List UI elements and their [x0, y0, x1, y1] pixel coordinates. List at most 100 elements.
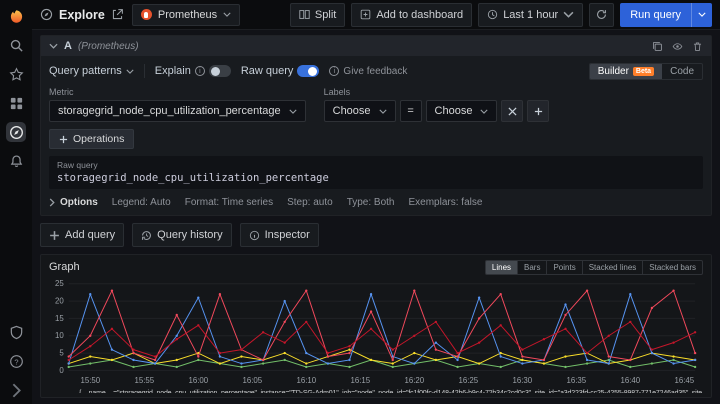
svg-text:15:55: 15:55 [134, 376, 154, 385]
options-item: Legend: Auto [112, 197, 171, 208]
admin-shield-icon[interactable] [6, 322, 26, 342]
grafana-explore-app: ? Explore Prometheus Split [0, 0, 720, 404]
editor-mode-switch: Builder Beta Code [589, 63, 703, 80]
label-value-select[interactable]: Choose [426, 100, 498, 122]
sidebar: ? [0, 0, 32, 404]
explain-toggle-group: Explain i [155, 65, 231, 77]
options-item: Format: Time series [185, 197, 273, 208]
label-filters-row: Choose = Choose [324, 100, 550, 122]
beta-badge: Beta [633, 67, 654, 76]
chevron-down-icon [126, 69, 134, 74]
run-query-label: Run query [620, 3, 691, 27]
raw-query-toggle[interactable] [297, 65, 319, 77]
alerting-bell-icon[interactable] [6, 151, 26, 171]
metric-field: Metric storagegrid_node_cpu_utilization_… [49, 87, 306, 122]
legend-item[interactable]: {__name__="storagegrid_node_cpu_utilizat… [63, 389, 703, 393]
svg-text:16:15: 16:15 [350, 376, 370, 385]
duplicate-icon[interactable] [652, 41, 663, 52]
topbar-actions: Split Add to dashboard Last 1 hour Run q… [290, 3, 712, 27]
label-value-value: Choose [435, 105, 473, 117]
remove-label-filter-button[interactable] [501, 100, 523, 122]
info-icon: i [195, 66, 205, 76]
add-query-button[interactable]: Add query [40, 223, 124, 247]
search-icon[interactable] [6, 35, 26, 55]
explain-toggle[interactable] [209, 65, 231, 77]
options-label: Options [60, 197, 98, 208]
inspector-icon [249, 230, 260, 241]
refresh-button[interactable] [589, 3, 614, 27]
sidebar-expand-icon[interactable] [6, 380, 26, 400]
query-ref-id: A [64, 40, 72, 52]
chevron-right-icon [49, 198, 55, 207]
query-row-header[interactable]: A (Prometheus) [41, 36, 711, 56]
add-to-dashboard-button[interactable]: Add to dashboard [351, 3, 472, 27]
give-feedback-link[interactable]: i Give feedback [329, 66, 407, 77]
svg-text:15: 15 [55, 314, 64, 323]
options-item: Exemplars: false [409, 197, 483, 208]
share-icon[interactable] [111, 8, 124, 21]
graph-mode-stacked-lines[interactable]: Stacked lines [582, 260, 644, 275]
query-row-actions [652, 41, 703, 52]
query-patterns-dropdown[interactable]: Query patterns [49, 65, 134, 77]
svg-text:5: 5 [59, 349, 64, 358]
explore-title-compass-icon [40, 8, 53, 21]
graph-mode-stacked-bars[interactable]: Stacked bars [642, 260, 703, 275]
add-query-label: Add query [65, 229, 115, 241]
metric-field-label: Metric [49, 87, 306, 97]
options-items: Legend: AutoFormat: Time seriesStep: aut… [112, 197, 483, 208]
topbar: Explore Prometheus Split Add to dashboar… [32, 0, 720, 30]
query-editor-card: A (Prometheus) Query patterns [40, 35, 712, 216]
collapse-chevron-icon[interactable] [49, 40, 58, 52]
add-label-filter-button[interactable] [527, 100, 549, 122]
add-to-dashboard-label: Add to dashboard [376, 9, 463, 21]
query-history-button[interactable]: Query history [132, 223, 231, 247]
help-icon[interactable]: ? [6, 351, 26, 371]
operations-label: Operations [73, 133, 124, 145]
label-name-select[interactable]: Choose [324, 100, 396, 122]
graph-mode-bars[interactable]: Bars [517, 260, 547, 275]
plus-icon [49, 230, 60, 241]
labels-field-label: Labels [324, 87, 550, 97]
explore-content: A (Prometheus) Query patterns [32, 30, 720, 404]
code-mode-button[interactable]: Code [662, 64, 702, 79]
inspector-button[interactable]: Inspector [240, 223, 319, 247]
datasource-picker[interactable]: Prometheus [132, 4, 240, 26]
grafana-logo-icon[interactable] [6, 6, 26, 26]
metric-select[interactable]: storagegrid_node_cpu_utilization_percent… [49, 100, 306, 122]
split-icon [299, 9, 310, 20]
graph-mode-points[interactable]: Points [546, 260, 582, 275]
label-operator-select[interactable]: = [400, 100, 422, 122]
svg-text:?: ? [14, 357, 18, 366]
graph-legend: {__name__="storagegrid_node_cpu_utilizat… [49, 389, 703, 393]
explore-compass-icon[interactable] [6, 122, 26, 142]
split-button[interactable]: Split [290, 3, 345, 27]
svg-text:25: 25 [55, 279, 64, 288]
favorites-star-icon[interactable] [6, 64, 26, 84]
svg-text:16:00: 16:00 [188, 376, 208, 385]
trash-icon[interactable] [692, 41, 703, 52]
time-series-chart[interactable]: 051015202515:5015:5516:0016:0516:1016:15… [49, 277, 703, 389]
operations-button[interactable]: Operations [49, 129, 134, 149]
inspector-label: Inspector [265, 229, 310, 241]
graph-mode-lines[interactable]: Lines [485, 260, 518, 275]
query-options-row: Options Legend: AutoFormat: Time seriesS… [49, 195, 703, 209]
graph-panel: Graph LinesBarsPointsStacked linesStacke… [40, 254, 712, 398]
graph-panel-header: Graph LinesBarsPointsStacked linesStacke… [49, 259, 703, 275]
code-label: Code [670, 66, 694, 77]
chevron-down-icon [563, 9, 574, 20]
run-query-button[interactable]: Run query [620, 3, 712, 27]
options-collapse-toggle[interactable]: Options [49, 197, 98, 208]
builder-mode-button[interactable]: Builder Beta [590, 64, 662, 79]
time-range-picker[interactable]: Last 1 hour [478, 3, 583, 27]
run-query-caret-icon[interactable] [691, 3, 712, 27]
query-patterns-label: Query patterns [49, 65, 122, 77]
query-history-label: Query history [157, 229, 222, 241]
raw-query-preview-value: storagegrid_node_cpu_utilization_percent… [57, 172, 695, 184]
svg-text:15:50: 15:50 [80, 376, 100, 385]
label-name-value: Choose [333, 105, 371, 117]
raw-query-toggle-group: Raw query [241, 65, 320, 77]
hide-eye-icon[interactable] [672, 41, 683, 52]
chevron-down-icon [480, 109, 488, 114]
query-builder-fields: Metric storagegrid_node_cpu_utilization_… [49, 87, 703, 122]
dashboards-grid-icon[interactable] [6, 93, 26, 113]
